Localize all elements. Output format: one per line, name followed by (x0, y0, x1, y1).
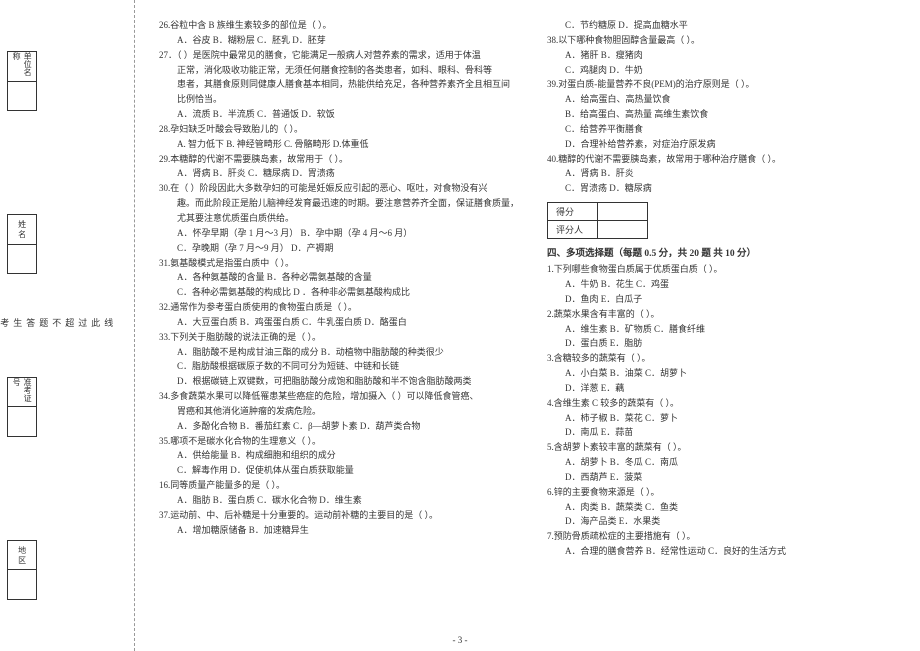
q34a: 34.多食蔬菜水果可以降低罹患某些癌症的危险，增加摄入（ ）可以降低食管癌、 (159, 389, 519, 404)
fold-line-text: 线 此 过 超 不 题 答 生 考 (71, 0, 115, 651)
grader-label: 评分人 (548, 221, 598, 239)
m4-options2: D．南瓜 E．蒜苗 (547, 425, 886, 440)
label-region: 地 区 (8, 541, 36, 571)
score-label: 得分 (548, 203, 598, 221)
q32: 32.通常作为参考蛋白质使用的食物蛋白质是（ ）。 (159, 300, 519, 315)
q36-options: A．脂肪 B．蛋白质 C．碳水化合物 D．维生素 (159, 493, 519, 508)
q32-options: A．大豆蛋白质 B．鸡蛋蛋白质 C．牛乳蛋白质 D．酪蛋白 (159, 315, 519, 330)
q27b: 正常，消化吸收功能正常，无须任何膳食控制的各类患者，如科、眼科、骨科等 (159, 63, 519, 78)
q31-options1: A．各种氨基酸的含量 B．各种必需氨基酸的含量 (159, 270, 519, 285)
q27a: 27．（ ）是医院中最常见的膳食，它能满足一般病人对营养素的需求，适用于体温 (159, 48, 519, 63)
q35-options2: C．解毒作用 D．促使机体从蛋白质获取能量 (159, 463, 519, 478)
m1: 1.下列哪些食物蛋白质属于优质蛋白质（ ）。 (547, 262, 886, 277)
m2-options2: D．蛋白质 E．脂肪 (547, 336, 886, 351)
q37-options: A．增加糖原储备 B．加速糖异生 (159, 523, 519, 538)
m1-options2: D．鱼肉 E．白瓜子 (547, 292, 886, 307)
q29-options: A．肾病 B．肝炎 C．糖尿病 D．胃溃疡 (159, 166, 519, 181)
q28-options: A. 智力低下 B. 神经管畸形 C. 骨骼畸形 D.体重低 (159, 137, 519, 152)
q31: 31.氨基酸模式是指蛋白质中（ ）。 (159, 256, 519, 271)
m5-options1: A．胡萝卜 B．冬瓜 C．南瓜 (547, 455, 886, 470)
q40: 40.糖醇的代谢不需要胰岛素，故常用于哪种治疗膳食（ ）。 (547, 152, 886, 167)
m7-options1: A．合理的膳食营养 B．经常性运动 C．良好的生活方式 (547, 544, 886, 559)
m5: 5.含胡萝卜素较丰富的蔬菜有（ ）。 (547, 440, 886, 455)
q30-options2: C．孕晚期（孕 7 月～9 月） D．产褥期 (159, 241, 519, 256)
score-blank (598, 203, 648, 221)
m2: 2.蔬菜水果含有丰富的（ ）。 (547, 307, 886, 322)
m3-options2: D．洋葱 E．藕 (547, 381, 886, 396)
q33-options1: A．脂肪酸不是构成甘油三酯的成分 B．动植物中脂肪酸的种类很少 (159, 345, 519, 360)
q30c: 尤其要注意优质蛋白质供给。 (159, 211, 519, 226)
label-box-id: 准考证号 (7, 377, 37, 437)
q39-options3: C．给营养平衡膳食 (547, 122, 886, 137)
m1-options1: A．牛奶 B．花生 C．鸡蛋 (547, 277, 886, 292)
q33: 33.下列关于脂肪酸的说法正确的是（ ）。 (159, 330, 519, 345)
q40-options2: C．胃溃疡 D．糖尿病 (547, 181, 886, 196)
grader-blank (598, 221, 648, 239)
q30b: 趣。而此阶段正是胎儿脑神经发育最迅速的时期。要注意营养齐全面，保证膳食质量， (159, 196, 519, 211)
m6: 6.锌的主要食物来源是（ ）。 (547, 485, 886, 500)
label-unit: 单位名称 (8, 52, 36, 82)
page-number: - 3 - (0, 635, 920, 645)
q28: 28.孕妇缺乏叶酸会导致胎儿的（ ）。 (159, 122, 519, 137)
q38: 38.以下哪种食物胆固醇含量最高（ ）。 (547, 33, 886, 48)
label-box-name: 姓 名 (7, 214, 37, 274)
q34b: 胃癌和其他消化道肿瘤的发病危险。 (159, 404, 519, 419)
q35-options1: A．供给能量 B．构成细胞和组织的成分 (159, 448, 519, 463)
m4-options1: A．柿子椒 B．菜花 C．萝卜 (547, 411, 886, 426)
section4-title: 四、多项选择题（每题 0.5 分，共 20 题 共 10 分） (547, 245, 886, 259)
q36: 16.同等质量产能量多的是（ ）。 (159, 478, 519, 493)
m5-options2: D．西葫芦 E．菠菜 (547, 470, 886, 485)
q38-options2: C．鸡腿肉 D．牛奶 (547, 63, 886, 78)
q31-options2: C．各种必需氨基酸的构成比 D ．各种非必需氨基酸构成比 (159, 285, 519, 300)
label-box-region: 地 区 (7, 540, 37, 600)
q27-options: A．流质 B．半流质 C．普通饭 D．软饭 (159, 107, 519, 122)
q39-options1: A．给高蛋白、高热量饮食 (547, 92, 886, 107)
q33-options2: C．脂肪酸根据碳原子数的不同可分为短链、中链和长链 (159, 359, 519, 374)
q35: 35.哪项不是碳水化合物的生理意义（ ）。 (159, 434, 519, 449)
label-box-unit: 单位名称 (7, 51, 37, 111)
q34-options: A．多酚化合物 B．番茄红素 C．β—胡萝卜素 D．葫芦类合物 (159, 419, 519, 434)
q26: 26.谷粒中含 B 族维生素较多的部位是（ ）。 (159, 18, 519, 33)
binding-strip: 单位名称 姓 名 准考证号 地 区 线 此 过 超 不 题 答 (0, 0, 135, 651)
q37-options2: C．节约糖原 D．提高血糖水平 (547, 18, 886, 33)
q26-options: A．谷皮 B．糊粉层 C．胚乳 D．胚芽 (159, 33, 519, 48)
label-id: 准考证号 (8, 378, 36, 408)
q39: 39.对蛋白质-能量营养不良(PEM)的治疗原则是（ ）。 (547, 77, 886, 92)
left-column: 26.谷粒中含 B 族维生素较多的部位是（ ）。 A．谷皮 B．糊粉层 C．胚乳… (145, 18, 533, 641)
exam-content: 26.谷粒中含 B 族维生素较多的部位是（ ）。 A．谷皮 B．糊粉层 C．胚乳… (135, 0, 920, 651)
q33-options3: D．根据碳链上双键数，可把脂肪酸分成饱和脂肪酸和半不饱含脂肪酸两类 (159, 374, 519, 389)
right-column: C．节约糖原 D．提高血糖水平 38.以下哪种食物胆固醇含量最高（ ）。 A．猪… (533, 18, 900, 641)
m7: 7.预防骨质疏松症的主要措施有（ ）。 (547, 529, 886, 544)
m3: 3.含糖较多的蔬菜有（ ）。 (547, 351, 886, 366)
q27d: 比例恰当。 (159, 92, 519, 107)
score-table: 得分 评分人 (547, 202, 648, 239)
q37: 37.运动前、中、后补糖是十分重要的。运动前补糖的主要目的是（ ）。 (159, 508, 519, 523)
q39-options4: D．合理补给营养素，对症治疗原发病 (547, 137, 886, 152)
m3-options1: A．小白菜 B．油菜 C．胡萝卜 (547, 366, 886, 381)
label-name: 姓 名 (8, 215, 36, 245)
q27c: 患者，其膳食原则同健康人膳食基本相同，热能供给充足，各种营养素齐全且相互间 (159, 77, 519, 92)
m6-options1: A．肉类 B．蔬菜类 C．鱼类 (547, 500, 886, 515)
q38-options1: A．猪肝 B．瘦猪肉 (547, 48, 886, 63)
q39-options2: B．给高蛋白、高热量 高维生素饮食 (547, 107, 886, 122)
m6-options2: D．海产品类 E．水果类 (547, 514, 886, 529)
q30-options1: A．怀孕早期（孕 1 月～3 月） B．孕中期（孕 4 月～6 月） (159, 226, 519, 241)
q40-options1: A．肾病 B．肝炎 (547, 166, 886, 181)
q30a: 30.在（ ）阶段因此大多数孕妇的可能是妊娠反应引起的恶心、呕吐，对食物没有兴 (159, 181, 519, 196)
m4: 4.含维生素 C 较多的蔬菜有（ ）。 (547, 396, 886, 411)
m2-options1: A．维生素 B．矿物质 C．膳食纤维 (547, 322, 886, 337)
q29: 29.本糖醇的代谢不需要胰岛素，故常用于（ ）。 (159, 152, 519, 167)
